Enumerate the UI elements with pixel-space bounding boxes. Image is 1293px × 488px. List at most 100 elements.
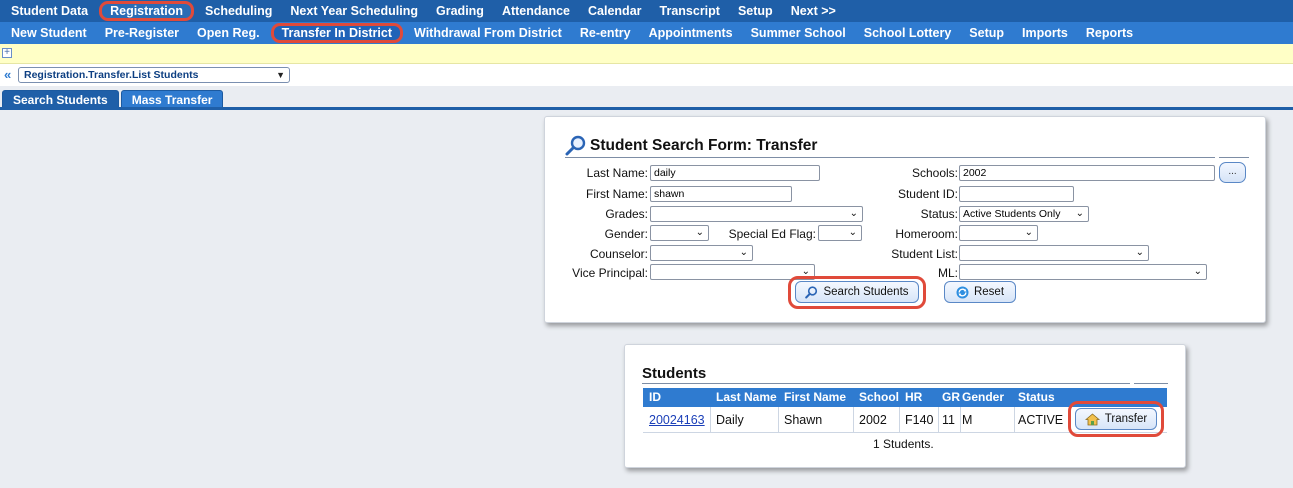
expand-icon[interactable]: +: [2, 48, 12, 58]
status-select[interactable]: Active Students Only ⌄: [959, 206, 1089, 222]
nav-scheduling[interactable]: Scheduling: [198, 1, 279, 21]
gender-select[interactable]: ⌄: [650, 225, 709, 241]
reset-button[interactable]: Reset: [944, 281, 1016, 303]
nav-transcript[interactable]: Transcript: [653, 1, 727, 21]
grades-label: Grades:: [605, 207, 648, 221]
tab-bar: Search Students Mass Transfer: [2, 90, 225, 108]
last-name-label: Last Name:: [586, 166, 648, 180]
gender-label: Gender:: [604, 227, 648, 241]
students-divider: [642, 383, 1130, 384]
search-form-panel: Student Search Form: Transfer Last Name:…: [544, 116, 1266, 323]
cell-hr: F140: [905, 413, 934, 427]
vice-principal-select[interactable]: ⌄: [650, 264, 815, 280]
title-divider: [565, 157, 1215, 158]
student-list-select[interactable]: ⌄: [959, 245, 1149, 261]
col-separator: [1014, 407, 1015, 433]
subnav-withdrawal-from-district[interactable]: Withdrawal From District: [407, 23, 569, 43]
magnifier-icon: [565, 135, 586, 156]
col-hr[interactable]: HR: [905, 388, 922, 407]
chevron-down-icon: ⌄: [739, 247, 748, 258]
col-separator: [710, 407, 711, 433]
collapse-chevron-icon[interactable]: «: [4, 67, 11, 82]
student-id-label: Student ID:: [897, 187, 958, 201]
student-id-input[interactable]: [959, 186, 1074, 202]
info-banner: +: [0, 44, 1293, 64]
subnav-appointments[interactable]: Appointments: [642, 23, 740, 43]
subnav-school-lottery[interactable]: School Lottery: [857, 23, 959, 43]
students-panel: Students ID Last Name First Name School …: [624, 344, 1186, 468]
nav-registration[interactable]: Registration: [99, 1, 195, 21]
col-separator: [960, 407, 961, 433]
cell-status: ACTIVE: [1018, 413, 1064, 427]
cell-gender: M: [962, 413, 973, 427]
first-name-input[interactable]: shawn: [650, 186, 792, 202]
col-separator: [938, 407, 939, 433]
nav-calendar[interactable]: Calendar: [581, 1, 649, 21]
subnav-pre-register[interactable]: Pre-Register: [98, 23, 186, 43]
title-divider-right: [1219, 157, 1249, 158]
breadcrumb-row: « Registration.Transfer.List Students ▼: [0, 64, 1293, 86]
col-last-name[interactable]: Last Name: [716, 388, 777, 407]
nav-setup[interactable]: Setup: [731, 1, 780, 21]
form-title: Student Search Form: Transfer: [590, 137, 818, 154]
subnav-open-reg[interactable]: Open Reg.: [190, 23, 267, 43]
subnav-re-entry[interactable]: Re-entry: [573, 23, 638, 43]
cell-first-name: Shawn: [784, 413, 823, 427]
subnav-transfer-in-district[interactable]: Transfer In District: [270, 23, 404, 43]
subnav-reports[interactable]: Reports: [1079, 23, 1140, 43]
status-label: Status:: [920, 207, 958, 221]
schools-input[interactable]: 2002: [959, 165, 1215, 181]
col-status[interactable]: Status: [1018, 388, 1055, 407]
cell-gr: 11: [942, 413, 955, 427]
subnav-new-student[interactable]: New Student: [4, 23, 94, 43]
col-id[interactable]: ID: [649, 388, 661, 407]
tab-underline: [0, 107, 1293, 110]
special-ed-label: Special Ed Flag:: [728, 227, 816, 241]
students-divider-right: [1134, 383, 1168, 384]
counselor-label: Counselor:: [589, 247, 648, 261]
student-list-label: Student List:: [891, 247, 958, 261]
transfer-button[interactable]: Transfer: [1075, 408, 1157, 430]
students-title: Students: [642, 365, 707, 382]
col-school[interactable]: School: [859, 388, 899, 407]
schools-picker-button[interactable]: ...: [1219, 162, 1246, 183]
nav-next[interactable]: Next >>: [784, 1, 843, 21]
student-id-link[interactable]: 20024163: [649, 407, 705, 433]
chevron-down-icon: ⌄: [1193, 266, 1202, 277]
homeroom-select[interactable]: ⌄: [959, 225, 1038, 241]
house-transfer-icon: [1084, 412, 1100, 425]
ml-select[interactable]: ⌄: [959, 264, 1207, 280]
chevron-down-icon: ⌄: [1135, 247, 1144, 258]
nav-attendance[interactable]: Attendance: [495, 1, 577, 21]
col-gender[interactable]: Gender: [962, 388, 1004, 407]
breadcrumb-select[interactable]: Registration.Transfer.List Students ▼: [18, 67, 290, 83]
col-first-name[interactable]: First Name: [784, 388, 846, 407]
last-name-input[interactable]: daily: [650, 165, 820, 181]
vice-principal-label: Vice Principal:: [572, 266, 648, 280]
tab-mass-transfer[interactable]: Mass Transfer: [120, 90, 224, 108]
students-count: 1 Students.: [873, 437, 934, 451]
chevron-down-icon: ⌄: [1024, 227, 1033, 238]
special-ed-select[interactable]: ⌄: [818, 225, 862, 241]
col-gr[interactable]: GR: [942, 388, 960, 407]
subnav-summer-school[interactable]: Summer School: [744, 23, 853, 43]
cell-school: 2002: [859, 413, 887, 427]
chevron-down-icon: ▼: [276, 70, 285, 80]
chevron-down-icon: ⌄: [848, 227, 857, 238]
search-students-button[interactable]: Search Students: [795, 281, 919, 303]
subnav-setup[interactable]: Setup: [962, 23, 1011, 43]
nav-next-year-scheduling[interactable]: Next Year Scheduling: [283, 1, 425, 21]
chevron-down-icon: ⌄: [1075, 208, 1084, 219]
nav-student-data[interactable]: Student Data: [4, 1, 95, 21]
main-nav: Student Data Registration Scheduling Nex…: [0, 0, 1293, 22]
counselor-select[interactable]: ⌄: [650, 245, 753, 261]
tab-search-students[interactable]: Search Students: [2, 90, 119, 108]
search-icon: [805, 285, 818, 298]
sub-nav: New Student Pre-Register Open Reg. Trans…: [0, 22, 1293, 44]
grades-select[interactable]: ⌄: [650, 206, 863, 222]
subnav-imports[interactable]: Imports: [1015, 23, 1075, 43]
col-separator: [778, 407, 779, 433]
chevron-down-icon: ⌄: [695, 227, 704, 238]
col-separator: [853, 407, 854, 433]
nav-grading[interactable]: Grading: [429, 1, 491, 21]
